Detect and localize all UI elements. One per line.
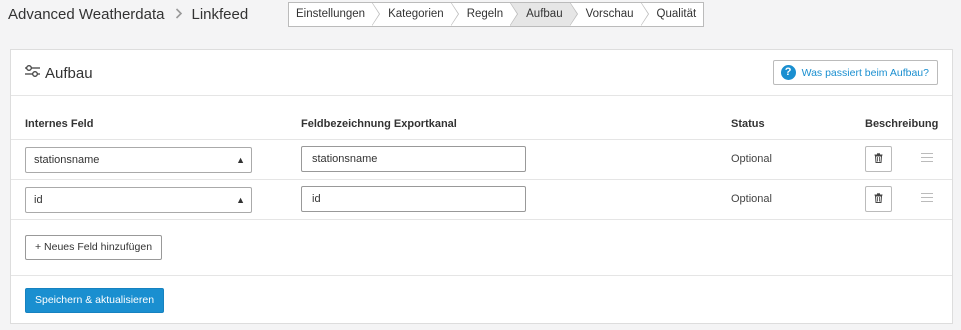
help-button-label: Was passiert beim Aufbau? [801, 66, 929, 79]
internal-field-value: stationsname [34, 154, 100, 166]
step-label: Vorschau [585, 8, 634, 20]
drag-handle-icon[interactable] [921, 193, 933, 205]
status-text: Optional [731, 193, 772, 205]
breadcrumb-app[interactable]: Advanced Weatherdata [8, 6, 165, 23]
col-status: Status [731, 118, 765, 130]
aufbau-panel: Aufbau ? Was passiert beim Aufbau? Inter… [10, 49, 953, 324]
step-label: Regeln [466, 8, 504, 20]
sliders-icon [24, 64, 45, 82]
step-label: Qualität [656, 8, 697, 20]
col-description: Beschreibung [865, 118, 939, 130]
help-button[interactable]: ? Was passiert beim Aufbau? [772, 60, 938, 85]
col-internal-field: Internes Feld [25, 118, 94, 130]
step-label: Aufbau [526, 8, 563, 20]
step-label: Einstellungen [296, 8, 366, 20]
step-regeln[interactable]: Regeln [450, 2, 519, 26]
table-row: stationsname ▲ stationsname Optional [11, 140, 952, 180]
breadcrumb-page: Linkfeed [191, 6, 249, 23]
table-header: Internes Feld Feldbezeichnung Exportkana… [11, 96, 952, 140]
export-label-input[interactable]: id [301, 186, 526, 212]
step-aufbau[interactable]: Aufbau [510, 2, 579, 26]
add-field-area: + Neues Feld hinzufügen [11, 220, 952, 276]
panel-header: Aufbau ? Was passiert beim Aufbau? [11, 50, 952, 96]
trash-icon [874, 190, 883, 208]
sort-arrows-icon: ▲ [236, 155, 245, 165]
internal-field-select[interactable]: id ▲ [25, 187, 252, 213]
step-einstellungen[interactable]: Einstellungen [289, 2, 381, 26]
panel-title: Aufbau [24, 64, 93, 82]
internal-field-select[interactable]: stationsname ▲ [25, 147, 252, 173]
step-qualitaet[interactable]: Qualität [640, 3, 704, 26]
sort-arrows-icon: ▲ [236, 195, 245, 205]
delete-button[interactable] [865, 146, 892, 172]
col-export-label: Feldbezeichnung Exportkanal [301, 118, 457, 130]
breadcrumb: Advanced Weatherdata Linkfeed [8, 6, 248, 23]
status-text: Optional [731, 153, 772, 165]
table-row: id ▲ id Optional [11, 180, 952, 220]
panel-title-text: Aufbau [45, 64, 93, 82]
add-field-button[interactable]: + Neues Feld hinzufügen [25, 235, 163, 260]
export-label-input[interactable]: stationsname [301, 146, 526, 172]
step-vorschau[interactable]: Vorschau [569, 2, 649, 26]
trash-icon [874, 150, 883, 168]
chevron-right-icon [175, 7, 183, 22]
wizard-steps: Einstellungen Kategorien Regeln Aufbau V… [288, 2, 705, 27]
delete-button[interactable] [865, 186, 892, 212]
question-icon: ? [780, 65, 796, 80]
step-kategorien[interactable]: Kategorien [372, 2, 459, 26]
save-update-button[interactable]: Speichern & aktualisieren [25, 288, 165, 313]
top-bar: Advanced Weatherdata Linkfeed Einstellun… [0, 0, 961, 34]
drag-handle-icon[interactable] [921, 153, 933, 165]
step-label: Kategorien [388, 8, 444, 20]
internal-field-value: id [34, 194, 43, 206]
